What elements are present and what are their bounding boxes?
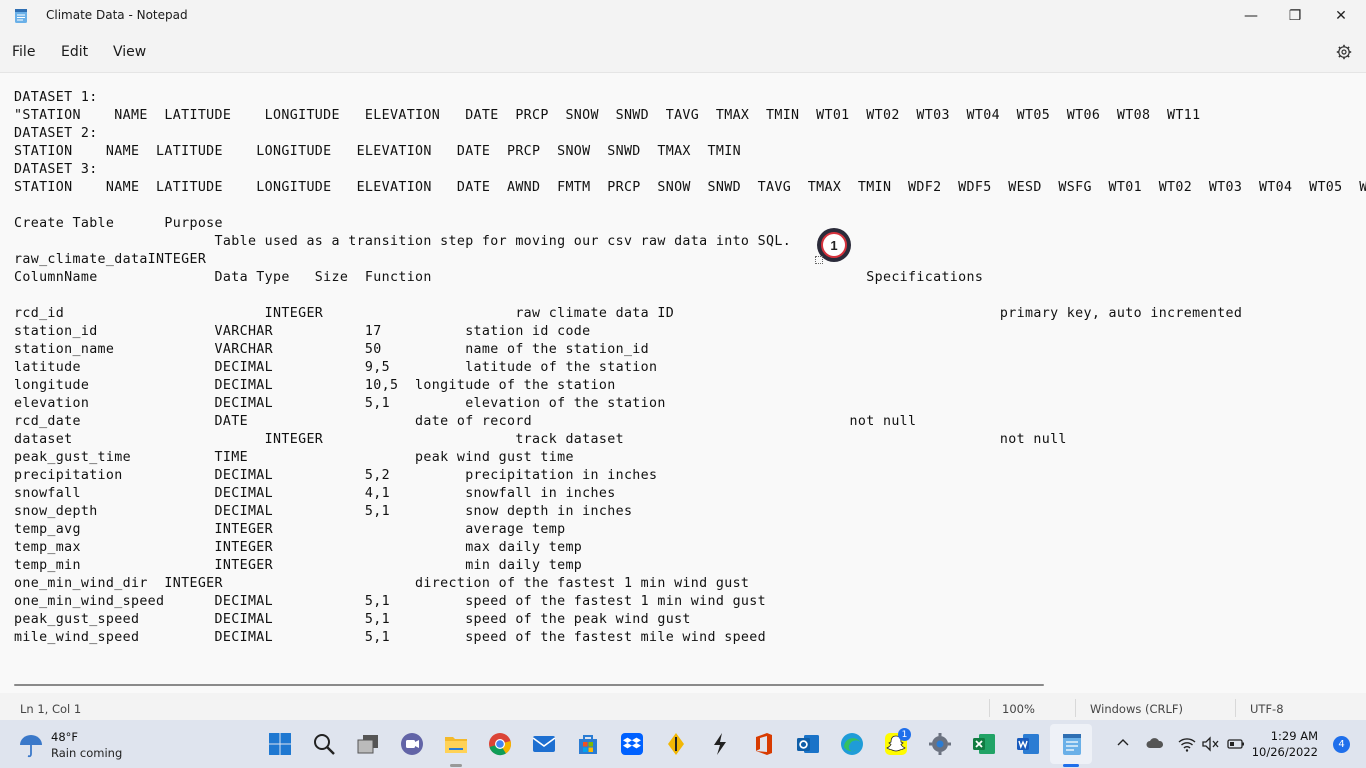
dropbox-icon[interactable] — [620, 732, 644, 756]
notification-badge[interactable]: 4 — [1333, 736, 1350, 753]
menu-bar — [0, 32, 1366, 72]
excel-icon[interactable] — [972, 732, 996, 756]
wifi-icon[interactable] — [1178, 736, 1196, 752]
volume-muted-icon[interactable] — [1202, 736, 1220, 752]
notepad-icon — [1063, 734, 1081, 755]
maximize-button[interactable]: ❐ — [1272, 0, 1318, 32]
close-icon: ✕ — [1335, 8, 1347, 24]
settings-icon[interactable] — [928, 732, 952, 756]
start-windows-icon[interactable] — [268, 732, 292, 756]
encoding: UTF-8 — [1250, 702, 1284, 716]
umbrella-weather-icon[interactable] — [18, 732, 44, 758]
outlook-icon[interactable] — [796, 732, 820, 756]
lightning-app-icon[interactable] — [708, 732, 732, 756]
file-explorer-icon[interactable] — [444, 732, 468, 756]
marker-label: 1 — [821, 232, 847, 258]
close-button[interactable]: ✕ — [1318, 0, 1364, 32]
horizontal-scrollbar[interactable] — [14, 684, 1044, 686]
snapchat-badge: 1 — [898, 728, 911, 741]
menu-edit[interactable]: Edit — [61, 44, 88, 60]
battery-icon[interactable] — [1227, 736, 1245, 752]
line-ending: Windows (CRLF) — [1090, 702, 1184, 716]
office-icon[interactable] — [752, 732, 776, 756]
norton-icon[interactable] — [664, 732, 688, 756]
running-indicator — [450, 764, 462, 767]
microsoft-store-icon[interactable] — [576, 732, 600, 756]
chrome-icon[interactable] — [488, 732, 512, 756]
weather-description[interactable]: Rain coming — [51, 746, 122, 760]
minimize-icon: — — [1244, 8, 1258, 24]
cursor-position: Ln 1, Col 1 — [20, 702, 82, 716]
notepad-app-icon — [15, 9, 27, 23]
settings-gear-icon[interactable] — [1336, 44, 1352, 60]
status-bar: Ln 1, Col 1 100% Windows (CRLF) UTF-8 — [0, 696, 1366, 720]
maximize-icon: ❐ — [1288, 8, 1302, 24]
status-divider — [1235, 699, 1236, 717]
teams-chat-icon[interactable] — [400, 732, 424, 756]
status-divider — [1075, 699, 1076, 717]
text-editor[interactable]: DATASET 1: "STATION NAME LATITUDE LONGIT… — [0, 72, 1366, 693]
window-title: Climate Data - Notepad — [46, 8, 188, 22]
title-bar: Climate Data - Notepad — ❐ ✕ — [0, 0, 1366, 32]
zoom-level: 100% — [1002, 702, 1035, 716]
taskbar: 48°F Rain coming 1 1:29 AM 10/26/2022 4 — [0, 720, 1366, 768]
menu-view[interactable]: View — [113, 44, 146, 60]
menu-file[interactable]: File — [12, 44, 35, 60]
clock-date[interactable]: 10/26/2022 — [1252, 745, 1318, 759]
marker-drag-handle-icon[interactable] — [815, 256, 823, 264]
chevron-up-icon[interactable] — [1116, 736, 1130, 750]
minimize-button[interactable]: — — [1228, 0, 1274, 32]
mail-icon[interactable] — [532, 732, 556, 756]
word-icon[interactable] — [1016, 732, 1040, 756]
search-icon[interactable] — [312, 732, 336, 756]
editor-text[interactable]: DATASET 1: "STATION NAME LATITUDE LONGIT… — [14, 89, 1366, 647]
edge-icon[interactable] — [840, 732, 864, 756]
active-indicator — [1063, 764, 1079, 767]
clock-time[interactable]: 1:29 AM — [1271, 729, 1318, 743]
status-divider — [989, 699, 990, 717]
onedrive-cloud-icon[interactable] — [1146, 736, 1164, 750]
task-view-icon[interactable] — [356, 732, 380, 756]
weather-temperature[interactable]: 48°F — [51, 730, 78, 744]
